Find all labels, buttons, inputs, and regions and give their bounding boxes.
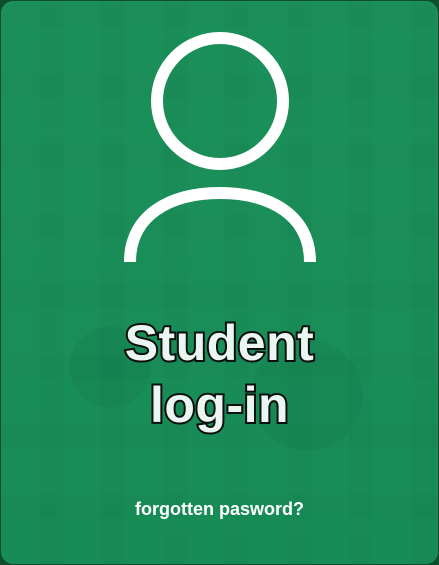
title-line-1: Student — [123, 313, 316, 373]
title-line-2: log-in — [148, 375, 291, 435]
student-login-card: Student log-in forgotten pasword? — [1, 1, 438, 564]
avatar — [1, 27, 438, 267]
forgot-password-link[interactable]: forgotten pasword? — [1, 499, 438, 520]
page-title: Student log-in — [1, 312, 438, 436]
user-icon — [123, 32, 316, 263]
